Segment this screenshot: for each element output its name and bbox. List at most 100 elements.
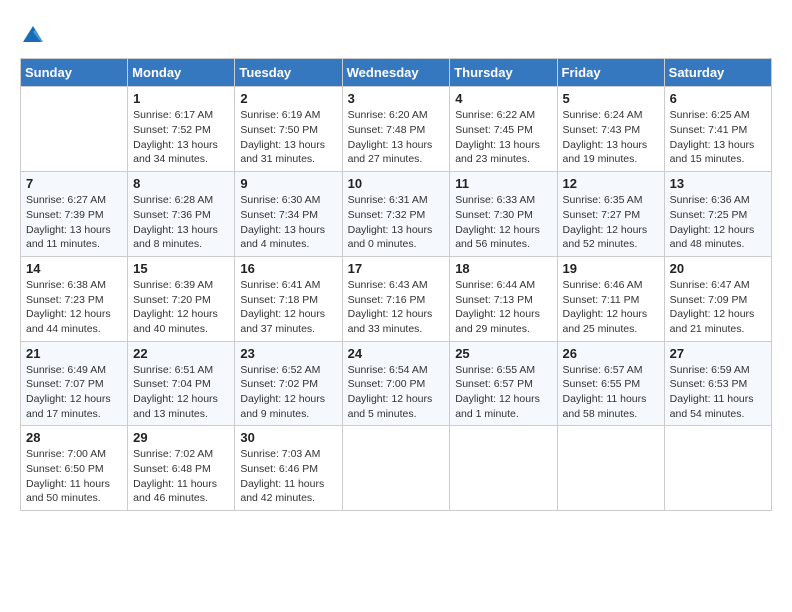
calendar-cell: 14 Sunrise: 6:38 AMSunset: 7:23 PMDayligh… <box>21 256 128 341</box>
day-info: Sunrise: 6:43 AMSunset: 7:16 PMDaylight:… <box>348 278 445 337</box>
day-info: Sunrise: 6:35 AMSunset: 7:27 PMDaylight:… <box>563 193 659 252</box>
day-info: Sunrise: 6:38 AMSunset: 7:23 PMDaylight:… <box>26 278 122 337</box>
day-info: Sunrise: 6:51 AMSunset: 7:04 PMDaylight:… <box>133 363 229 422</box>
day-info: Sunrise: 6:24 AMSunset: 7:43 PMDaylight:… <box>563 108 659 167</box>
day-info: Sunrise: 6:47 AMSunset: 7:09 PMDaylight:… <box>670 278 766 337</box>
day-number: 11 <box>455 176 551 191</box>
day-number: 22 <box>133 346 229 361</box>
day-info: Sunrise: 6:54 AMSunset: 7:00 PMDaylight:… <box>348 363 445 422</box>
day-number: 6 <box>670 91 766 106</box>
calendar-cell: 21 Sunrise: 6:49 AMSunset: 7:07 PMDayligh… <box>21 341 128 426</box>
column-header-wednesday: Wednesday <box>342 59 450 87</box>
day-info: Sunrise: 6:41 AMSunset: 7:18 PMDaylight:… <box>240 278 336 337</box>
calendar-cell <box>450 426 557 511</box>
day-info: Sunrise: 6:33 AMSunset: 7:30 PMDaylight:… <box>455 193 551 252</box>
calendar-cell: 23 Sunrise: 6:52 AMSunset: 7:02 PMDayligh… <box>235 341 342 426</box>
day-info: Sunrise: 6:44 AMSunset: 7:13 PMDaylight:… <box>455 278 551 337</box>
logo-text <box>20 20 45 46</box>
calendar-table: SundayMondayTuesdayWednesdayThursdayFrid… <box>20 58 772 511</box>
calendar-cell: 1Sunrise: 6:17 AMSunset: 7:52 PMDaylight… <box>128 87 235 172</box>
day-info: Sunrise: 6:20 AMSunset: 7:48 PMDaylight:… <box>348 108 445 167</box>
day-info: Sunrise: 6:57 AMSunset: 6:55 PMDaylight:… <box>563 363 659 422</box>
day-number: 23 <box>240 346 336 361</box>
day-number: 17 <box>348 261 445 276</box>
day-info: Sunrise: 7:02 AMSunset: 6:48 PMDaylight:… <box>133 447 229 506</box>
day-number: 15 <box>133 261 229 276</box>
day-number: 7 <box>26 176 122 191</box>
column-header-sunday: Sunday <box>21 59 128 87</box>
calendar-cell <box>342 426 450 511</box>
day-number: 9 <box>240 176 336 191</box>
calendar-cell: 27 Sunrise: 6:59 AMSunset: 6:53 PMDayligh… <box>664 341 771 426</box>
day-number: 10 <box>348 176 445 191</box>
day-info: Sunrise: 6:27 AMSunset: 7:39 PMDaylight:… <box>26 193 122 252</box>
calendar-cell: 2 Sunrise: 6:19 AMSunset: 7:50 PMDaylight… <box>235 87 342 172</box>
day-info: Sunrise: 7:00 AMSunset: 6:50 PMDaylight:… <box>26 447 122 506</box>
calendar-cell: 5 Sunrise: 6:24 AMSunset: 7:43 PMDaylight… <box>557 87 664 172</box>
day-number: 16 <box>240 261 336 276</box>
day-number: 28 <box>26 430 122 445</box>
day-number: 3 <box>348 91 445 106</box>
column-header-tuesday: Tuesday <box>235 59 342 87</box>
calendar-cell: 12 Sunrise: 6:35 AMSunset: 7:27 PMDayligh… <box>557 172 664 257</box>
calendar-week-3: 14 Sunrise: 6:38 AMSunset: 7:23 PMDayligh… <box>21 256 772 341</box>
calendar-cell: 9 Sunrise: 6:30 AMSunset: 7:34 PMDaylight… <box>235 172 342 257</box>
calendar-cell: 28 Sunrise: 7:00 AMSunset: 6:50 PMDayligh… <box>21 426 128 511</box>
day-info: Sunrise: 6:49 AMSunset: 7:07 PMDaylight:… <box>26 363 122 422</box>
calendar-cell <box>21 87 128 172</box>
calendar-week-2: 7 Sunrise: 6:27 AMSunset: 7:39 PMDaylight… <box>21 172 772 257</box>
calendar-cell: 7 Sunrise: 6:27 AMSunset: 7:39 PMDaylight… <box>21 172 128 257</box>
calendar-cell <box>557 426 664 511</box>
day-number: 21 <box>26 346 122 361</box>
day-info: Sunrise: 6:28 AMSunset: 7:36 PMDaylight:… <box>133 193 229 252</box>
day-info: Sunrise: 6:52 AMSunset: 7:02 PMDaylight:… <box>240 363 336 422</box>
day-info: Sunrise: 6:25 AMSunset: 7:41 PMDaylight:… <box>670 108 766 167</box>
day-number: 12 <box>563 176 659 191</box>
day-info: Sunrise: 6:36 AMSunset: 7:25 PMDaylight:… <box>670 193 766 252</box>
column-header-thursday: Thursday <box>450 59 557 87</box>
day-info: Sunrise: 6:19 AMSunset: 7:50 PMDaylight:… <box>240 108 336 167</box>
calendar-cell: 30 Sunrise: 7:03 AMSunset: 6:46 PMDayligh… <box>235 426 342 511</box>
calendar-cell: 3 Sunrise: 6:20 AMSunset: 7:48 PMDaylight… <box>342 87 450 172</box>
calendar-cell: 20 Sunrise: 6:47 AMSunset: 7:09 PMDayligh… <box>664 256 771 341</box>
calendar-cell <box>664 426 771 511</box>
calendar-cell: 11 Sunrise: 6:33 AMSunset: 7:30 PMDayligh… <box>450 172 557 257</box>
day-info: Sunrise: 6:31 AMSunset: 7:32 PMDaylight:… <box>348 193 445 252</box>
logo-icon <box>21 24 45 44</box>
calendar-cell: 25 Sunrise: 6:55 AMSunset: 6:57 PMDayligh… <box>450 341 557 426</box>
day-number: 14 <box>26 261 122 276</box>
day-number: 8 <box>133 176 229 191</box>
calendar-cell: 13 Sunrise: 6:36 AMSunset: 7:25 PMDayligh… <box>664 172 771 257</box>
calendar-week-1: 1Sunrise: 6:17 AMSunset: 7:52 PMDaylight… <box>21 87 772 172</box>
calendar-header-row: SundayMondayTuesdayWednesdayThursdayFrid… <box>21 59 772 87</box>
calendar-cell: 10 Sunrise: 6:31 AMSunset: 7:32 PMDayligh… <box>342 172 450 257</box>
calendar-cell: 29Sunrise: 7:02 AMSunset: 6:48 PMDayligh… <box>128 426 235 511</box>
day-number: 24 <box>348 346 445 361</box>
calendar-cell: 18 Sunrise: 6:44 AMSunset: 7:13 PMDayligh… <box>450 256 557 341</box>
day-number: 5 <box>563 91 659 106</box>
day-number: 2 <box>240 91 336 106</box>
day-number: 27 <box>670 346 766 361</box>
calendar-cell: 26 Sunrise: 6:57 AMSunset: 6:55 PMDayligh… <box>557 341 664 426</box>
day-info: Sunrise: 6:39 AMSunset: 7:20 PMDaylight:… <box>133 278 229 337</box>
day-info: Sunrise: 6:59 AMSunset: 6:53 PMDaylight:… <box>670 363 766 422</box>
day-number: 25 <box>455 346 551 361</box>
day-number: 13 <box>670 176 766 191</box>
calendar-cell: 17 Sunrise: 6:43 AMSunset: 7:16 PMDayligh… <box>342 256 450 341</box>
calendar-week-4: 21 Sunrise: 6:49 AMSunset: 7:07 PMDayligh… <box>21 341 772 426</box>
calendar-cell: 15 Sunrise: 6:39 AMSunset: 7:20 PMDayligh… <box>128 256 235 341</box>
day-number: 26 <box>563 346 659 361</box>
day-info: Sunrise: 6:17 AMSunset: 7:52 PMDaylight:… <box>133 108 229 167</box>
day-number: 4 <box>455 91 551 106</box>
day-info: Sunrise: 6:55 AMSunset: 6:57 PMDaylight:… <box>455 363 551 422</box>
day-info: Sunrise: 6:30 AMSunset: 7:34 PMDaylight:… <box>240 193 336 252</box>
day-info: Sunrise: 7:03 AMSunset: 6:46 PMDaylight:… <box>240 447 336 506</box>
calendar-cell: 22 Sunrise: 6:51 AMSunset: 7:04 PMDayligh… <box>128 341 235 426</box>
day-info: Sunrise: 6:46 AMSunset: 7:11 PMDaylight:… <box>563 278 659 337</box>
day-number: 18 <box>455 261 551 276</box>
calendar-week-5: 28 Sunrise: 7:00 AMSunset: 6:50 PMDayligh… <box>21 426 772 511</box>
page-header <box>20 20 772 42</box>
day-number: 30 <box>240 430 336 445</box>
day-number: 19 <box>563 261 659 276</box>
day-number: 20 <box>670 261 766 276</box>
